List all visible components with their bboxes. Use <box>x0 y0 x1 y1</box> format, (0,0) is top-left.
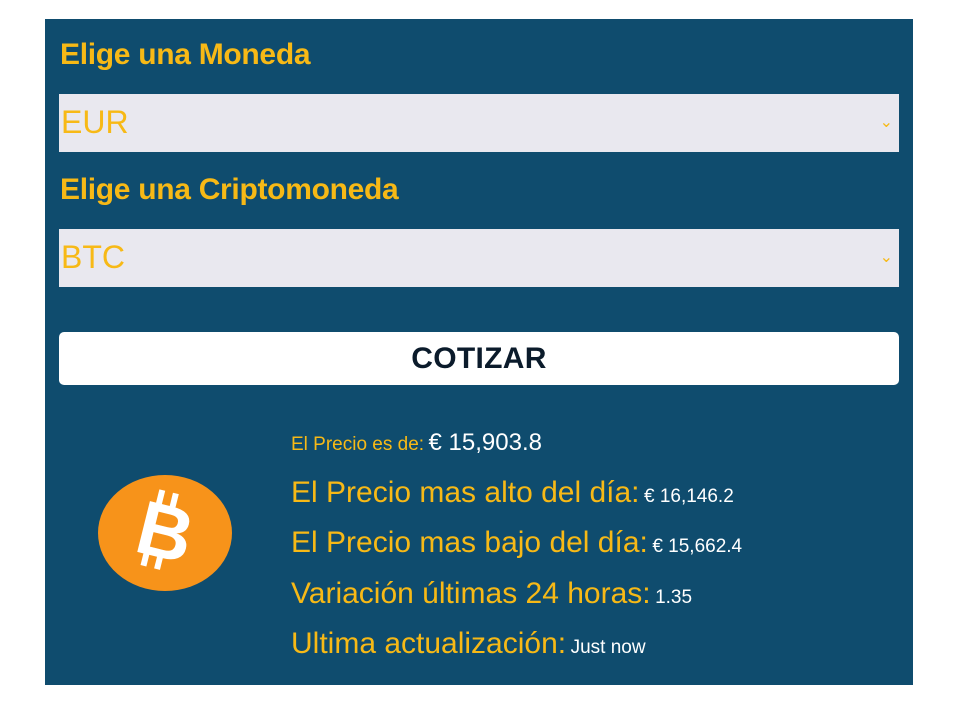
bitcoin-icon: B <box>98 475 232 591</box>
updated-value: Just now <box>570 637 646 658</box>
updated-label: Ultima actualización: <box>291 627 567 660</box>
cotizar-button[interactable]: COTIZAR <box>59 332 899 385</box>
currency-label: Elige una Moneda <box>60 38 311 71</box>
low-price-value: € 15,662.4 <box>652 536 743 557</box>
low-price-label: El Precio mas bajo del día: <box>291 526 648 559</box>
crypto-select[interactable]: BTC ⌄ <box>59 229 899 287</box>
high-price-label: El Precio mas alto del día: <box>291 476 640 509</box>
change-label: Variación últimas 24 horas: <box>291 577 651 610</box>
updated-row: Ultima actualización: Just now <box>291 626 646 662</box>
currency-select-value: EUR <box>61 104 129 140</box>
crypto-select-value: BTC <box>61 239 125 275</box>
high-price-value: € 16,146.2 <box>643 486 734 507</box>
crypto-label: Elige una Criptomoneda <box>60 173 399 206</box>
currency-select[interactable]: EUR ⌄ <box>59 94 899 152</box>
current-price-row: El Precio es de: € 15,903.8 <box>291 429 542 457</box>
current-price-value: € 15,903.8 <box>428 429 542 456</box>
crypto-quote-form: Elige una Moneda EUR ⌄ Elige una Criptom… <box>45 19 913 685</box>
chevron-down-icon: ⌄ <box>879 114 893 131</box>
change-value: 1.35 <box>655 587 693 608</box>
current-price-label: El Precio es de: <box>291 434 425 455</box>
change-row: Variación últimas 24 horas: 1.35 <box>291 576 692 612</box>
low-price-row: El Precio mas bajo del día: € 15,662.4 <box>291 525 742 561</box>
high-price-row: El Precio mas alto del día: € 16,146.2 <box>291 475 734 511</box>
chevron-down-icon: ⌄ <box>879 249 893 266</box>
